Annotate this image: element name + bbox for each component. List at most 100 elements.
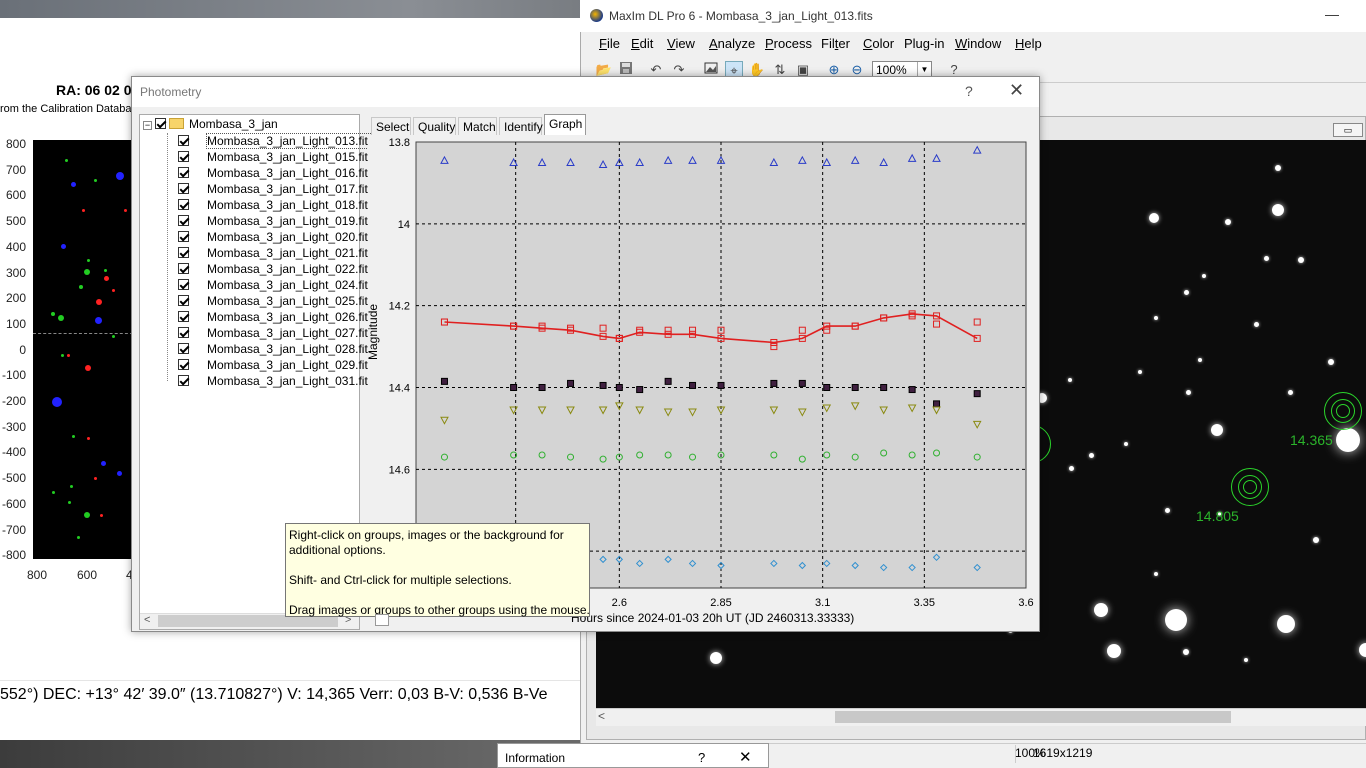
tree-group-row[interactable]: − Mombasa_3_jan — [143, 117, 278, 133]
tree-image-row[interactable]: Mombasa_3_jan_Light_019.fits — [178, 214, 374, 230]
tab-quality[interactable]: Quality — [413, 117, 456, 136]
menu-plugin[interactable]: Plug-in — [904, 36, 944, 51]
tab-match[interactable]: Match — [458, 117, 497, 136]
tree-image-row[interactable]: Mombasa_3_jan_Light_026.fits — [178, 310, 374, 326]
image-file-label[interactable]: Mombasa_3_jan_Light_031.fits — [207, 374, 374, 388]
image-file-label[interactable]: Mombasa_3_jan_Light_013.fits — [206, 133, 375, 149]
y-tick-label: 14.2 — [389, 301, 410, 313]
image-file-label[interactable]: Mombasa_3_jan_Light_021.fits — [207, 246, 374, 260]
image-file-label[interactable]: Mombasa_3_jan_Light_018.fits — [207, 198, 374, 212]
menu-window[interactable]: Window — [955, 36, 1001, 51]
image-checkbox[interactable] — [178, 199, 189, 210]
image-checkbox[interactable] — [178, 135, 189, 146]
scroll-left-arrow-icon[interactable]: < — [598, 709, 605, 723]
image-file-label[interactable]: Mombasa_3_jan_Light_025.fits — [207, 294, 374, 308]
image-file-label[interactable]: Mombasa_3_jan_Light_016.fits — [207, 166, 374, 180]
image-file-label[interactable]: Mombasa_3_jan_Light_017.fits — [207, 182, 374, 196]
tree-image-row[interactable]: Mombasa_3_jan_Light_028.fits — [178, 342, 374, 358]
menu-color[interactable]: Color — [863, 36, 894, 51]
chart-status-line: 552°) DEC: +13° 42′ 39.0″ (13.710827°) V… — [0, 680, 590, 710]
tree-image-row[interactable]: Mombasa_3_jan_Light_017.fits — [178, 182, 374, 198]
image-star — [1185, 389, 1191, 395]
tree-image-row[interactable]: Mombasa_3_jan_Light_022.fits — [178, 262, 374, 278]
restore-window-button[interactable]: ▭ — [1333, 123, 1363, 137]
tree-image-row[interactable]: Mombasa_3_jan_Light_021.fits — [178, 246, 374, 262]
collapse-icon[interactable]: − — [143, 121, 152, 130]
image-checkbox[interactable] — [178, 311, 189, 322]
chart-y-tick: -500 — [1, 471, 26, 486]
status-zoom: 100% — [1015, 746, 1046, 760]
chart-star-marker — [86, 436, 90, 440]
tree-image-row[interactable]: Mombasa_3_jan_Light_013.fits — [178, 133, 375, 150]
image-checkbox[interactable] — [178, 359, 189, 370]
image-checkbox[interactable] — [178, 375, 189, 386]
image-checkbox[interactable] — [178, 183, 189, 194]
tab-identify[interactable]: Identify — [499, 117, 543, 136]
tree-image-row[interactable]: Mombasa_3_jan_Light_024.fits — [178, 278, 374, 294]
photometry-titlebar[interactable] — [132, 77, 1039, 107]
image-checkbox[interactable] — [178, 151, 189, 162]
image-checkbox[interactable] — [178, 167, 189, 178]
y-tick-label: 14.4 — [389, 383, 410, 395]
information-help-button[interactable]: ? — [698, 750, 705, 765]
image-star — [1287, 389, 1293, 395]
menu-filter[interactable]: Filter — [821, 36, 850, 51]
tree-image-row[interactable]: Mombasa_3_jan_Light_029.fits — [178, 358, 374, 374]
menu-help[interactable]: Help — [1015, 36, 1042, 51]
information-close-button[interactable]: ✕ — [739, 748, 752, 766]
image-checkbox[interactable] — [178, 295, 189, 306]
tree-image-row[interactable]: Mombasa_3_jan_Light_027.fits — [178, 326, 374, 342]
tab-select[interactable]: Select — [371, 117, 411, 136]
image-star — [1068, 465, 1074, 471]
photometry-help-button[interactable]: ? — [965, 83, 973, 99]
menu-edit[interactable]: Edit — [631, 36, 653, 51]
image-file-label[interactable]: Mombasa_3_jan_Light_022.fits — [207, 262, 374, 276]
image-file-label[interactable]: Mombasa_3_jan_Light_020.fits — [207, 230, 374, 244]
chart-y-tick: -600 — [1, 496, 26, 511]
menu-view[interactable]: View — [667, 36, 695, 51]
image-checkbox[interactable] — [178, 327, 189, 338]
image-file-label[interactable]: Mombasa_3_jan_Light_015.fits — [207, 150, 374, 164]
aperture-ring[interactable] — [1324, 392, 1362, 430]
image-checkbox[interactable] — [178, 215, 189, 226]
image-star — [1165, 609, 1187, 631]
image-file-label[interactable]: Mombasa_3_jan_Light_027.fits — [207, 326, 374, 340]
image-star — [1094, 603, 1108, 617]
menu-process[interactable]: Process — [765, 36, 812, 51]
image-checkbox[interactable] — [178, 231, 189, 242]
image-file-label[interactable]: Mombasa_3_jan_Light_029.fits — [207, 358, 374, 372]
menu-analyze[interactable]: Analyze — [709, 36, 755, 51]
chart-star-marker — [96, 299, 102, 305]
image-file-label[interactable]: Mombasa_3_jan_Light_024.fits — [207, 278, 374, 292]
tree-image-row[interactable]: Mombasa_3_jan_Light_018.fits — [178, 198, 374, 214]
tree-image-row[interactable]: Mombasa_3_jan_Light_020.fits — [178, 230, 374, 246]
image-checkbox[interactable] — [178, 343, 189, 354]
aperture-ring[interactable] — [1231, 468, 1269, 506]
tab-graph[interactable]: Graph — [544, 114, 586, 136]
minimize-button[interactable]: — — [1320, 6, 1344, 24]
image-file-label[interactable]: Mombasa_3_jan_Light_026.fits — [207, 310, 374, 324]
tree-image-row[interactable]: Mombasa_3_jan_Light_025.fits — [178, 294, 374, 310]
tree-image-row[interactable]: Mombasa_3_jan_Light_015.fits — [178, 150, 374, 166]
tree-image-row[interactable]: Mombasa_3_jan_Light_016.fits — [178, 166, 374, 182]
image-file-label[interactable]: Mombasa_3_jan_Light_028.fits — [207, 342, 374, 356]
chart-star-marker — [84, 512, 90, 518]
image-star — [1313, 537, 1319, 543]
x-tick-label: 3.1 — [815, 597, 830, 609]
image-star — [1272, 204, 1284, 216]
finder-chart-plot[interactable] — [33, 140, 133, 559]
tree-scroll-left-icon[interactable]: < — [144, 614, 150, 626]
image-star — [1211, 424, 1223, 436]
chart-star-marker — [116, 470, 122, 476]
menu-file[interactable]: File — [599, 36, 620, 51]
image-scrollbar-thumb[interactable] — [835, 711, 1231, 723]
photometry-close-button[interactable]: ✕ — [1009, 80, 1024, 101]
splitter-grip-icon[interactable] — [375, 614, 389, 626]
image-checkbox[interactable] — [178, 247, 189, 258]
tree-image-row[interactable]: Mombasa_3_jan_Light_031.fits — [178, 374, 374, 390]
image-checkbox[interactable] — [178, 263, 189, 274]
group-checkbox[interactable] — [155, 118, 166, 129]
image-checkbox[interactable] — [178, 279, 189, 290]
x-tick-label: 2.6 — [612, 597, 627, 609]
image-file-label[interactable]: Mombasa_3_jan_Light_019.fits — [207, 214, 374, 228]
